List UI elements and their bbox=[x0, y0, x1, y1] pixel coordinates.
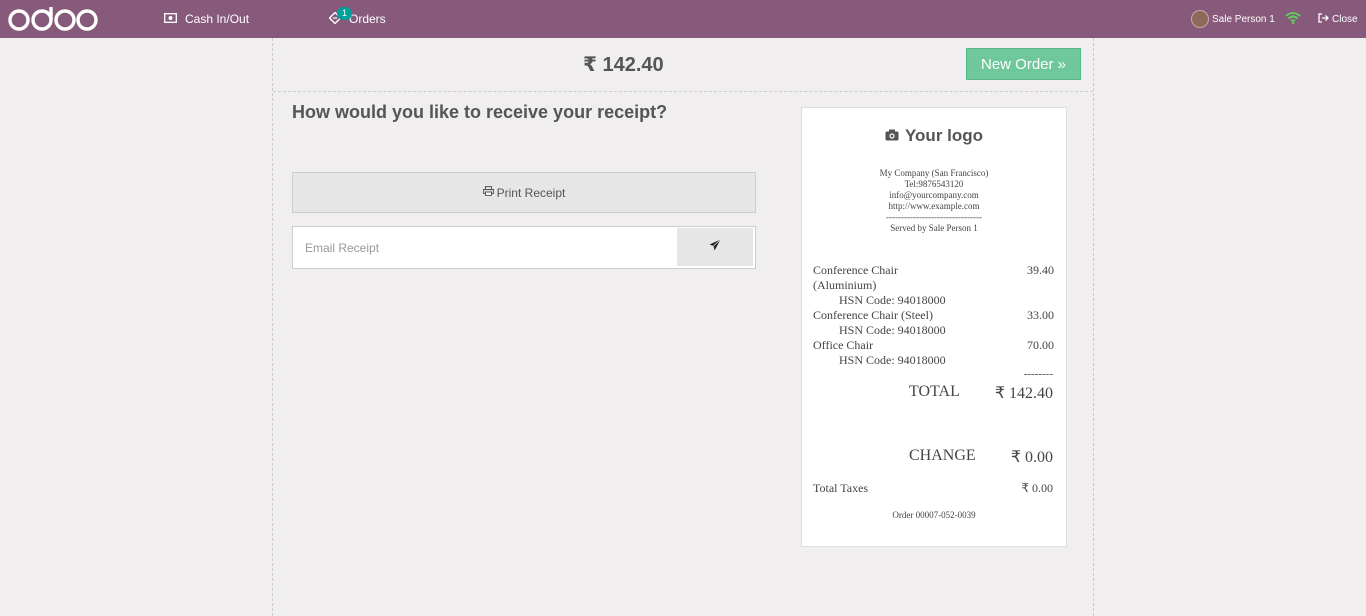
product-price: 33.00 bbox=[1027, 308, 1054, 322]
receipt-change-label: CHANGE bbox=[909, 447, 976, 464]
user-name: Sale Person 1 bbox=[1212, 13, 1275, 25]
email-receipt-input[interactable] bbox=[293, 227, 677, 268]
orders-label: Orders bbox=[349, 12, 386, 26]
receipt-total-value: ₹ 142.40 bbox=[994, 385, 1053, 402]
product-price: 39.40 bbox=[1027, 263, 1054, 277]
top-bar: Cash In/Out 1 Orders Sale Person 1 Close bbox=[0, 0, 1366, 38]
orders-button[interactable]: 1 Orders bbox=[328, 0, 386, 38]
new-order-button[interactable]: New Order » bbox=[966, 48, 1081, 80]
receipt-preview: Your logo My Company (San Francisco) Tel… bbox=[801, 107, 1067, 547]
order-total-amount: ₹ 142.40 bbox=[583, 54, 664, 76]
cash-in-out-button[interactable]: Cash In/Out bbox=[164, 0, 249, 38]
receipt-orderlines: Conference Chair (Aluminium) 39.40 HSN C… bbox=[813, 263, 1054, 368]
product-name: Conference Chair (Aluminium) bbox=[813, 263, 898, 292]
product-price: 70.00 bbox=[1027, 338, 1054, 352]
total-separator: -------- bbox=[1023, 368, 1053, 380]
hsn-code: HSN Code: 94018000 bbox=[839, 323, 946, 337]
company-email: info@yourcompany.com bbox=[889, 190, 979, 200]
receipt-logo: Your logo bbox=[802, 126, 1066, 146]
receipt-change-value: ₹ 0.00 bbox=[1010, 449, 1053, 466]
user-menu[interactable]: Sale Person 1 bbox=[1191, 0, 1275, 38]
receipt-line: Conference Chair (Steel) 33.00 HSN Code:… bbox=[813, 308, 1054, 338]
close-label: Close bbox=[1332, 13, 1358, 25]
close-button[interactable]: Close bbox=[1318, 0, 1358, 38]
payment-header: ₹ 142.40 New Order » bbox=[273, 38, 1093, 92]
cash-in-out-label: Cash In/Out bbox=[185, 12, 250, 26]
hsn-code: HSN Code: 94018000 bbox=[839, 353, 946, 367]
product-name: Conference Chair (Steel) bbox=[813, 308, 933, 322]
receipt-question: How would you like to receive your recei… bbox=[292, 102, 668, 122]
wifi-icon[interactable] bbox=[1285, 11, 1301, 30]
receipt-order-ref: Order 00007-052-0039 bbox=[892, 510, 976, 520]
header-separator: -------------------------------- bbox=[886, 212, 982, 222]
company-website: http://www.example.com bbox=[888, 201, 980, 211]
printer-icon bbox=[482, 186, 494, 199]
hsn-code: HSN Code: 94018000 bbox=[839, 293, 946, 307]
print-receipt-label: Print Receipt bbox=[496, 185, 566, 200]
receipt-line: Conference Chair (Aluminium) 39.40 HSN C… bbox=[813, 263, 1054, 308]
receipt-taxes-value: ₹ 0.00 bbox=[1021, 481, 1053, 495]
sign-out-icon bbox=[1318, 12, 1329, 26]
receipt-screen: ₹ 142.40 New Order » How would you like … bbox=[272, 38, 1094, 616]
receipt-taxes-label: Total Taxes bbox=[813, 481, 869, 495]
send-icon bbox=[709, 238, 721, 256]
receipt-line: Office Chair 70.00 HSN Code: 94018000 bbox=[813, 338, 1054, 368]
company-name: My Company (San Francisco) bbox=[879, 168, 989, 178]
receipt-total-label: TOTAL bbox=[909, 383, 960, 400]
orders-count-badge: 1 bbox=[337, 7, 353, 20]
avatar bbox=[1191, 10, 1209, 28]
money-icon bbox=[164, 12, 177, 26]
send-email-button[interactable] bbox=[677, 228, 753, 266]
served-by: Served by Sale Person 1 bbox=[890, 223, 978, 233]
product-name: Office Chair bbox=[813, 338, 874, 352]
email-receipt-group bbox=[292, 226, 756, 269]
receipt-logo-text: Your logo bbox=[904, 126, 984, 145]
camera-icon bbox=[885, 129, 899, 144]
receipt-header: My Company (San Francisco) Tel:987654312… bbox=[802, 168, 1066, 234]
odoo-logo bbox=[8, 5, 98, 33]
company-tel: Tel:9876543120 bbox=[904, 179, 964, 189]
print-receipt-button[interactable]: Print Receipt bbox=[292, 172, 756, 213]
